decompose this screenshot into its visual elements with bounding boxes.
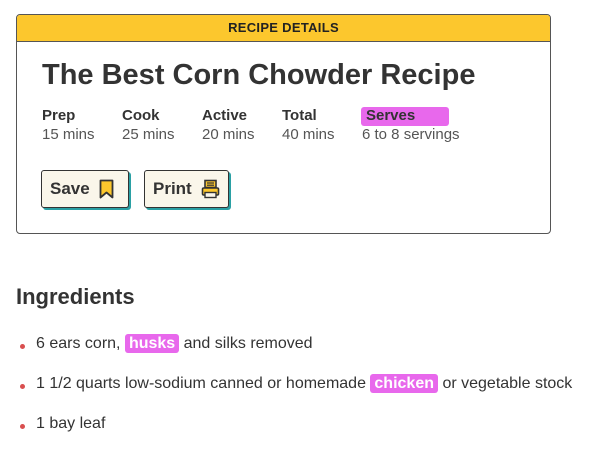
meta-label: Total bbox=[282, 107, 317, 124]
print-button-label: Print bbox=[153, 179, 192, 198]
meta-label: Cook bbox=[122, 107, 160, 124]
meta-value: 15 mins bbox=[42, 126, 95, 143]
meta-value: 20 mins bbox=[202, 126, 255, 143]
meta-value: 25 mins bbox=[122, 126, 175, 143]
ingredient-text: and silks removed bbox=[179, 335, 313, 352]
recipe-title: The Best Corn Chowder Recipe bbox=[42, 59, 476, 91]
list-item: 6 ears corn, husks and silks removed bbox=[16, 332, 576, 356]
recipe-details-card: RECIPE DETAILS The Best Corn Chowder Rec… bbox=[16, 14, 551, 234]
bullet-icon bbox=[20, 384, 25, 389]
save-button-label: Save bbox=[50, 179, 90, 198]
meta-value: 40 mins bbox=[282, 126, 335, 143]
bullet-icon bbox=[20, 344, 25, 349]
card-header: RECIPE DETAILS bbox=[17, 15, 550, 42]
ingredient-text: 6 ears corn, bbox=[36, 335, 125, 352]
bullet-icon bbox=[20, 424, 25, 429]
printer-icon bbox=[201, 179, 220, 199]
meta-label: Active bbox=[202, 107, 248, 124]
meta-total: Total 40 mins bbox=[282, 107, 335, 144]
meta-cook: Cook 25 mins bbox=[122, 107, 175, 144]
ingredient-text: 1 bay leaf bbox=[36, 415, 106, 432]
list-item: 1 1/2 quarts low-sodium canned or homema… bbox=[16, 372, 576, 396]
ingredients-heading: Ingredients bbox=[16, 284, 135, 309]
ingredient-text: or vegetable stock bbox=[438, 375, 573, 392]
highlighted-term[interactable]: husks bbox=[124, 334, 180, 353]
meta-active: Active 20 mins bbox=[202, 107, 255, 144]
ingredients-list: 6 ears corn, husks and silks removed 1 1… bbox=[16, 332, 576, 452]
meta-prep: Prep 15 mins bbox=[42, 107, 95, 144]
meta-serves: Serves 6 to 8 servings bbox=[361, 107, 460, 144]
meta-value: 6 to 8 servings bbox=[362, 126, 460, 143]
meta-label: Prep bbox=[42, 107, 76, 124]
meta-label: Serves bbox=[361, 107, 449, 126]
bookmark-icon bbox=[99, 179, 114, 199]
save-button[interactable]: Save bbox=[41, 170, 129, 208]
ingredient-text: 1 1/2 quarts low-sodium canned or homema… bbox=[36, 375, 371, 392]
highlighted-term[interactable]: chicken bbox=[370, 374, 438, 393]
list-item: 1 bay leaf bbox=[16, 412, 576, 436]
print-button[interactable]: Print bbox=[144, 170, 229, 208]
